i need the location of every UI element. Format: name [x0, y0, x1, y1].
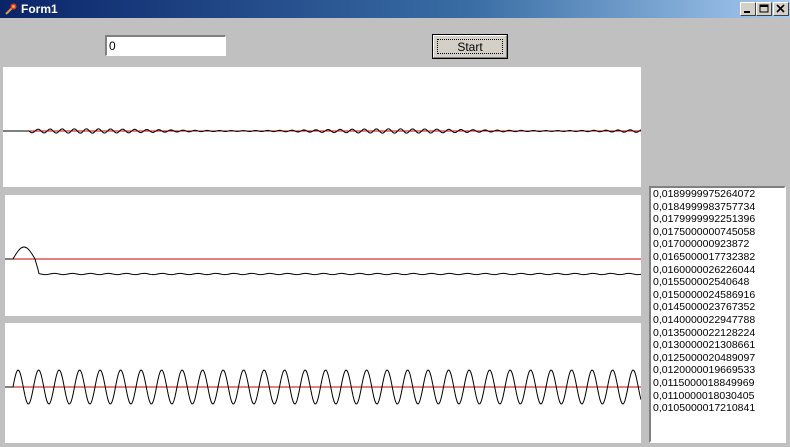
- title-bar[interactable]: Form1: [0, 0, 790, 18]
- signal-chart-top-canvas: [3, 128, 641, 134]
- list-item[interactable]: 0,0165000017732382: [651, 251, 784, 264]
- list-item[interactable]: 0,017000000923872: [651, 238, 784, 251]
- signal-chart-top: [3, 67, 641, 187]
- signal-chart-middle-canvas: [5, 246, 641, 276]
- list-item[interactable]: 0,0110000018030405: [651, 390, 784, 403]
- start-button-label: Start: [437, 39, 503, 54]
- list-item[interactable]: 0,0184999983757734: [651, 201, 784, 214]
- list-item[interactable]: 0,0150000024586916: [651, 289, 784, 302]
- app-icon: [3, 1, 19, 17]
- maximize-button[interactable]: [756, 2, 772, 16]
- minimize-icon: [744, 11, 750, 13]
- values-listbox[interactable]: 0,0189999975264072 0,0184999983757734 0,01…: [649, 186, 786, 443]
- start-button[interactable]: Start: [432, 34, 508, 59]
- list-item[interactable]: 0,0135000022128224: [651, 327, 784, 340]
- list-item[interactable]: 0,0120000019669533: [651, 364, 784, 377]
- list-item[interactable]: 0,015500002540648: [651, 276, 784, 289]
- list-item[interactable]: 0,0189999975264072: [651, 188, 784, 201]
- signal-trace: [5, 246, 641, 276]
- list-item[interactable]: 0,0140000022947788: [651, 314, 784, 327]
- maximize-icon: [759, 4, 769, 13]
- list-item[interactable]: 0,0160000026226044: [651, 264, 784, 277]
- list-item[interactable]: 0,0175000000745058: [651, 226, 784, 239]
- list-item[interactable]: 0,0145000023767352: [651, 301, 784, 314]
- signal-chart-bottom-canvas: [5, 369, 641, 405]
- close-button[interactable]: [773, 2, 789, 16]
- close-icon: [776, 4, 785, 13]
- list-item[interactable]: 0,0179999992251396: [651, 213, 784, 226]
- start-button-bevel: Start: [433, 35, 507, 58]
- value-input[interactable]: [105, 35, 226, 56]
- app-window: Form1 Start 0,01899999752640720,01849999…: [0, 0, 790, 447]
- minimize-button[interactable]: [740, 2, 756, 16]
- signal-chart-bottom: [5, 323, 641, 443]
- list-item[interactable]: 0,0115000018849969: [651, 377, 784, 390]
- list-item[interactable]: 0,0105000017210841: [651, 402, 784, 415]
- list-item[interactable]: 0,0125000020489097: [651, 352, 784, 365]
- window-title: Form1: [21, 2, 58, 16]
- list-item[interactable]: 0,0130000021308661: [651, 339, 784, 352]
- signal-chart-middle: [5, 195, 641, 316]
